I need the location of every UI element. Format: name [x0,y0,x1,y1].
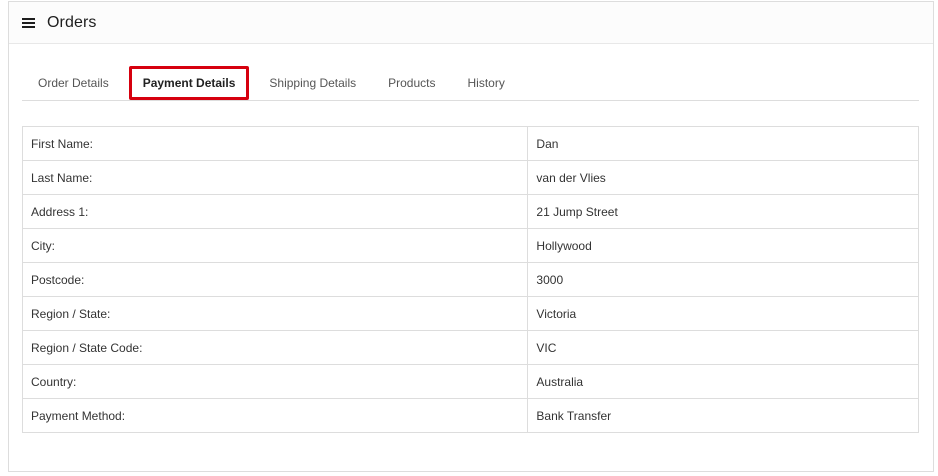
panel-heading: Orders [9,2,933,44]
table-row: Last Name: van der Vlies [21,160,919,195]
table-row: Payment Method: Bank Transfer [21,398,919,433]
list-icon [22,17,35,29]
tab-history[interactable]: History [451,66,520,100]
field-label: Payment Method: [21,398,529,433]
page-title: Orders [47,13,97,31]
field-value: Australia [527,364,919,399]
table-row: First Name: Dan [21,126,919,161]
field-label: Region / State: [21,296,529,331]
tab-order-details[interactable]: Order Details [22,66,125,100]
table-row: Country: Australia [21,364,919,399]
payment-details-table: First Name: Dan Last Name: van der Vlies… [21,126,919,433]
table-row: Region / State: Victoria [21,296,919,331]
field-value: VIC [527,330,919,365]
tab-products[interactable]: Products [372,66,451,100]
field-value: Victoria [527,296,919,331]
field-label: Region / State Code: [21,330,529,365]
field-label: Last Name: [21,160,529,195]
field-label: City: [21,228,529,263]
field-label: Address 1: [21,194,529,229]
field-label: First Name: [21,126,529,161]
field-value: 3000 [527,262,919,297]
tab-bar: Order Details Payment Details Shipping D… [22,65,919,101]
field-value: Hollywood [527,228,919,263]
field-value: Bank Transfer [527,398,919,433]
table-row: Region / State Code: VIC [21,330,919,365]
field-value: 21 Jump Street [527,194,919,229]
table-row: City: Hollywood [21,228,919,263]
table-row: Address 1: 21 Jump Street [21,194,919,229]
tab-shipping-details[interactable]: Shipping Details [253,66,372,100]
tab-payment-details[interactable]: Payment Details [128,66,250,100]
field-label: Country: [21,364,529,399]
field-value: Dan [527,126,919,161]
orders-panel: Orders Order Details Payment Details Shi… [8,1,934,472]
table-row: Postcode: 3000 [21,262,919,297]
field-label: Postcode: [21,262,529,297]
field-value: van der Vlies [527,160,919,195]
